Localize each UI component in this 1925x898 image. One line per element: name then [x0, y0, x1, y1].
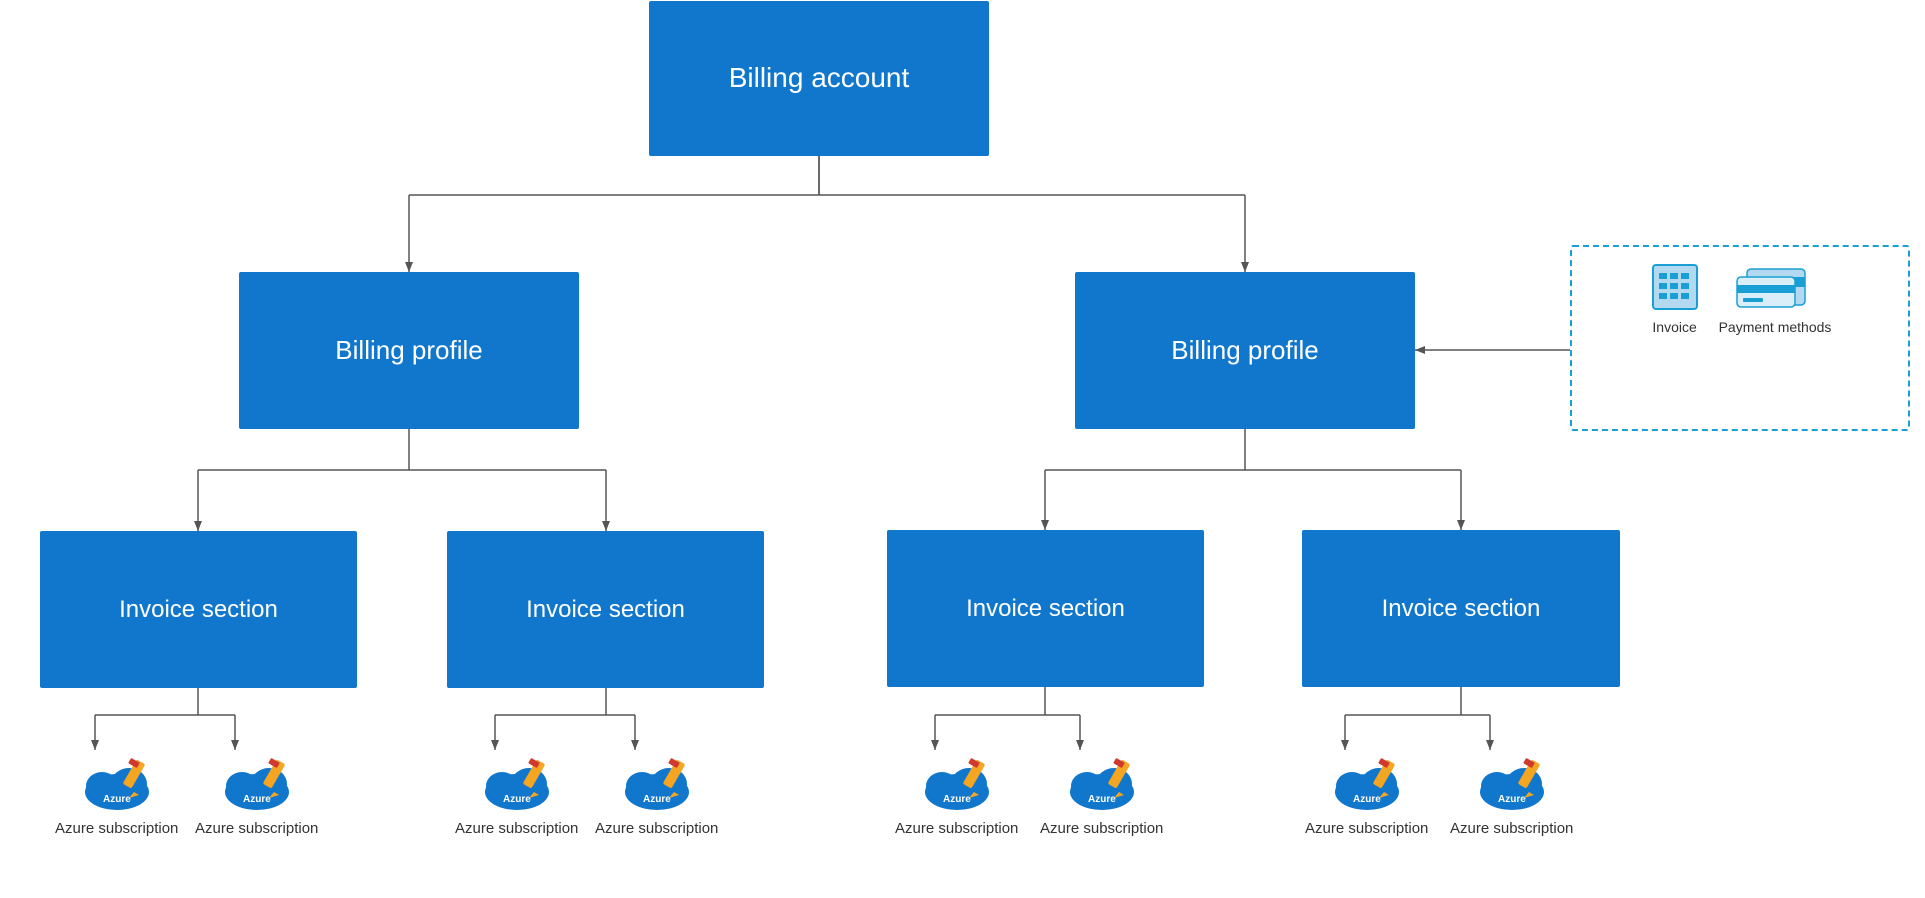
invoice-section-4-box: Invoice section	[447, 531, 764, 688]
payment-icons-row: Invoice Payment methods	[1649, 261, 1832, 335]
azure-icon-6: Azure	[1062, 750, 1142, 814]
payment-methods-label: Payment methods	[1719, 319, 1832, 335]
payment-card-icon	[1735, 261, 1815, 313]
azure-sub-3: Azure Azure subscription	[455, 750, 578, 837]
azure-icon-8: Azure	[1472, 750, 1552, 814]
azure-sub-2-label: Azure subscription	[195, 820, 318, 837]
azure-icon-2: Azure	[217, 750, 297, 814]
azure-icon-1: Azure	[77, 750, 157, 814]
azure-sub-1: Azure Azure subscription	[55, 750, 178, 837]
azure-sub-8-label: Azure subscription	[1450, 820, 1573, 837]
azure-sub-5-label: Azure subscription	[895, 820, 1018, 837]
svg-text:Azure: Azure	[943, 794, 971, 805]
azure-sub-7: Azure Azure subscription	[1305, 750, 1428, 837]
azure-sub-2: Azure Azure subscription	[195, 750, 318, 837]
azure-sub-7-label: Azure subscription	[1305, 820, 1428, 837]
azure-icon-7: Azure	[1327, 750, 1407, 814]
svg-text:Azure: Azure	[103, 794, 131, 805]
azure-sub-5: Azure Azure subscription	[895, 750, 1018, 837]
azure-sub-4-label: Azure subscription	[595, 820, 718, 837]
invoice-payment-item: Invoice	[1649, 261, 1701, 335]
invoice-section-1-label: Invoice section	[119, 594, 278, 625]
svg-text:Azure: Azure	[1498, 794, 1526, 805]
svg-text:Azure: Azure	[1353, 794, 1381, 805]
azure-sub-4: Azure Azure subscription	[595, 750, 718, 837]
billing-profile-right-box: Billing profile	[1075, 272, 1415, 429]
billing-profile-left-label: Billing profile	[335, 334, 482, 368]
diagram-container: Billing account Billing profile Billing …	[0, 0, 1925, 898]
azure-sub-6-label: Azure subscription	[1040, 820, 1163, 837]
billing-account-box: Billing account	[649, 1, 989, 156]
azure-icon-3: Azure	[477, 750, 557, 814]
invoice-section-1-box: Invoice section	[40, 531, 357, 688]
billing-account-label: Billing account	[729, 60, 910, 96]
billing-profile-right-label: Billing profile	[1171, 334, 1318, 368]
payment-methods-item: Payment methods	[1719, 261, 1832, 335]
azure-icon-5: Azure	[917, 750, 997, 814]
invoice-icon	[1649, 261, 1701, 313]
svg-text:Azure: Azure	[243, 794, 271, 805]
svg-text:Azure: Azure	[1088, 794, 1116, 805]
invoice-section-2-box: Invoice section	[887, 530, 1204, 687]
invoice-label: Invoice	[1652, 319, 1696, 335]
payment-methods-box: Invoice Payment methods	[1570, 245, 1910, 431]
azure-sub-8: Azure Azure subscription	[1450, 750, 1573, 837]
svg-text:Azure: Azure	[503, 794, 531, 805]
azure-sub-1-label: Azure subscription	[55, 820, 178, 837]
svg-text:Azure: Azure	[643, 794, 671, 805]
azure-icon-4: Azure	[617, 750, 697, 814]
azure-sub-6: Azure Azure subscription	[1040, 750, 1163, 837]
billing-profile-left-box: Billing profile	[239, 272, 579, 429]
azure-sub-3-label: Azure subscription	[455, 820, 578, 837]
invoice-section-3-label: Invoice section	[1382, 593, 1541, 624]
invoice-section-3-box: Invoice section	[1302, 530, 1620, 687]
invoice-section-2-label: Invoice section	[966, 593, 1125, 624]
invoice-section-4-label: Invoice section	[526, 594, 685, 625]
